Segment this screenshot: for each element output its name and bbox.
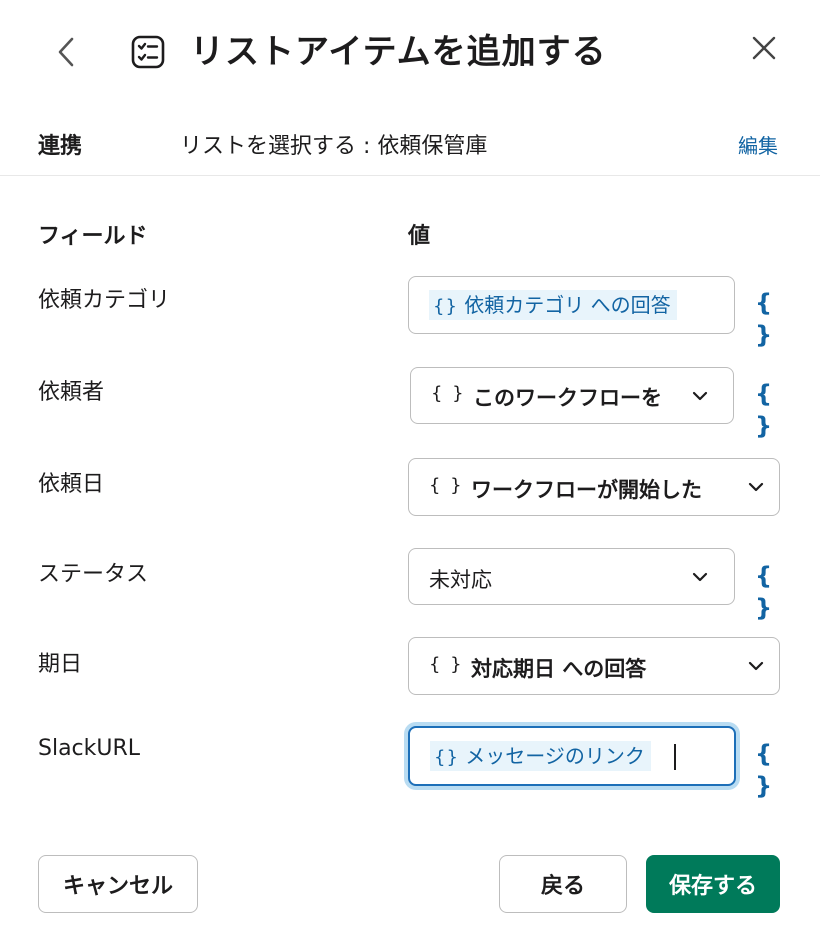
insert-variable-button[interactable]: { } bbox=[748, 738, 780, 800]
insert-variable-button[interactable]: { } bbox=[748, 378, 780, 440]
text-cursor bbox=[674, 744, 676, 770]
slack-url-variable-chip[interactable]: {} メッセージのリンク bbox=[430, 741, 651, 771]
modal-header: リストアイテムを追加する bbox=[0, 0, 820, 104]
save-button[interactable]: 保存する bbox=[646, 855, 780, 913]
connection-row: 連携 リストを選択する : 依頼保管庫 編集 bbox=[0, 118, 820, 176]
requester-select[interactable]: { } このワークフローを bbox=[410, 367, 734, 424]
category-chip-text: 依頼カテゴリ への回答 bbox=[464, 293, 671, 317]
variable-brace: { } bbox=[431, 383, 466, 404]
field-label-slack-url: SlackURL bbox=[38, 736, 141, 761]
variable-brace: {} bbox=[433, 296, 458, 317]
field-label-due-date: 期日 bbox=[38, 652, 83, 677]
variable-brace: { } bbox=[429, 654, 464, 675]
slack-url-chip-text: メッセージのリンク bbox=[465, 744, 645, 768]
modal-title: リストアイテムを追加する bbox=[190, 32, 607, 72]
back-arrow-button[interactable] bbox=[46, 30, 86, 74]
field-label-request-date: 依頼日 bbox=[38, 472, 105, 497]
cancel-button[interactable]: キャンセル bbox=[38, 855, 198, 913]
field-label-requester: 依頼者 bbox=[38, 380, 105, 405]
field-label-status: ステータス bbox=[38, 562, 149, 587]
category-variable-chip[interactable]: {} 依頼カテゴリ への回答 bbox=[429, 290, 677, 320]
connection-value: リストを選択する : 依頼保管庫 bbox=[180, 134, 488, 159]
field-column-header: フィールド bbox=[38, 224, 148, 249]
requester-selected-value: このワークフローを bbox=[473, 386, 662, 410]
value-column-header: 値 bbox=[408, 224, 431, 249]
status-selected-value: 未対応 bbox=[429, 568, 492, 592]
checklist-icon bbox=[131, 35, 165, 69]
request-date-select[interactable]: { } ワークフローが開始した bbox=[408, 458, 780, 516]
variable-brace: {} bbox=[434, 747, 459, 768]
connection-label: 連携 bbox=[38, 134, 83, 159]
back-button[interactable]: 戻る bbox=[499, 855, 627, 913]
status-select[interactable]: 未対応 bbox=[408, 548, 735, 605]
due-date-selected-value: 対応期日 への回答 bbox=[471, 657, 647, 681]
chevron-down-icon bbox=[692, 572, 708, 582]
close-icon bbox=[752, 36, 776, 60]
chevron-down-icon bbox=[748, 661, 764, 671]
due-date-select[interactable]: { } 対応期日 への回答 bbox=[408, 637, 780, 695]
variable-brace: { } bbox=[429, 475, 464, 496]
insert-variable-button[interactable]: { } bbox=[748, 287, 780, 349]
chevron-down-icon bbox=[748, 482, 764, 492]
insert-variable-button[interactable]: { } bbox=[748, 560, 780, 622]
request-date-selected-value: ワークフローが開始した bbox=[471, 478, 702, 502]
chevron-left-icon bbox=[58, 37, 74, 67]
field-label-category: 依頼カテゴリ bbox=[38, 288, 171, 313]
close-button[interactable] bbox=[744, 28, 784, 68]
edit-connection-link[interactable]: 編集 bbox=[738, 130, 778, 159]
category-value-input[interactable]: {} 依頼カテゴリ への回答 bbox=[408, 276, 735, 334]
chevron-down-icon bbox=[692, 391, 708, 401]
slack-url-value-input[interactable]: {} メッセージのリンク bbox=[408, 726, 736, 786]
